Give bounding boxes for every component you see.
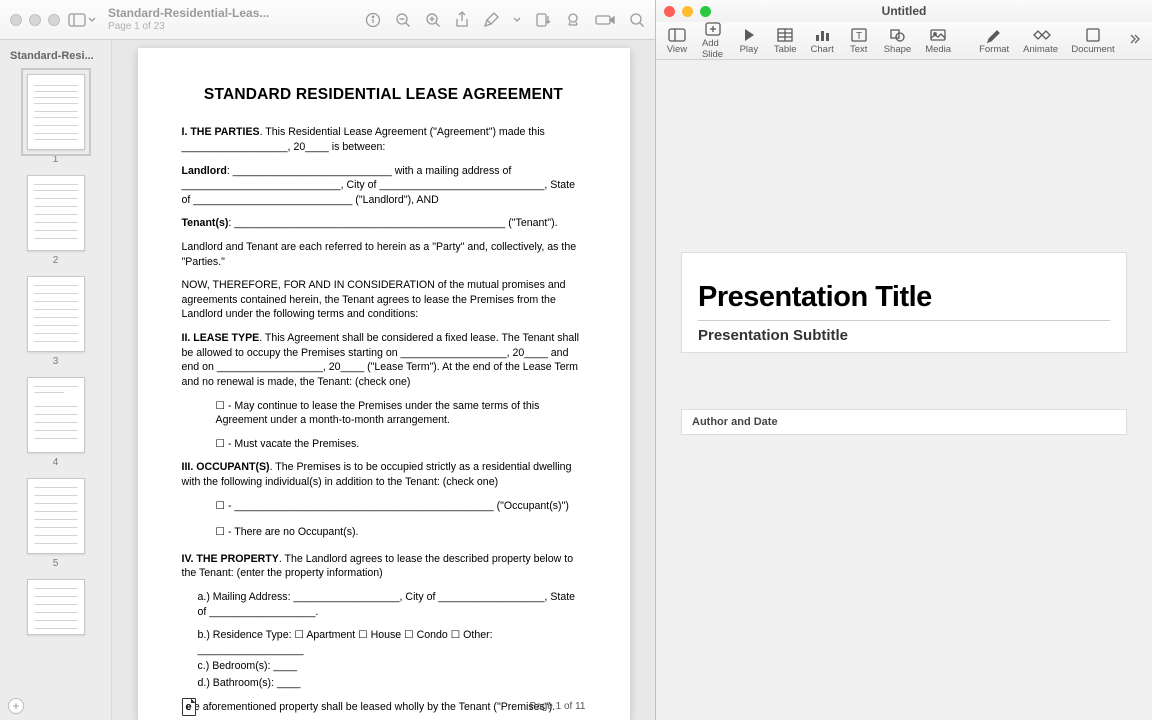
prop-a: a.) Mailing Address: __________________,…	[182, 590, 586, 619]
keynote-window: Untitled View Add Slide Play Table Chart	[656, 0, 1152, 720]
slide-canvas[interactable]: Presentation Title Presentation Subtitle…	[656, 60, 1152, 720]
text-icon: T	[850, 27, 868, 43]
window-title: Untitled	[656, 4, 1152, 18]
document-icon	[1084, 27, 1102, 43]
plus-icon	[704, 21, 722, 37]
keynote-titlebar: Untitled	[656, 0, 1152, 22]
thumb-label: 3	[0, 356, 111, 367]
author-placeholder[interactable]: Author and Date	[681, 409, 1127, 435]
preview-toolbar-icons	[365, 11, 645, 29]
add-slide-button[interactable]: Add Slide	[702, 21, 724, 60]
prop-b: b.) Residence Type: ☐ Apartment ☐ House …	[182, 628, 586, 657]
keynote-traffic-lights	[664, 6, 711, 17]
sidebar-header: Standard-Resi...	[0, 46, 111, 68]
table-button[interactable]: Table	[774, 27, 797, 55]
page-viewport[interactable]: STANDARD RESIDENTIAL LEASE AGREEMENT I. …	[112, 40, 655, 720]
thumb-label: 5	[0, 558, 111, 569]
thumbnail-1[interactable]	[27, 74, 85, 150]
prop-c: c.) Bedroom(s): ____	[182, 659, 586, 674]
chart-button[interactable]: Chart	[811, 27, 834, 55]
close-button[interactable]	[664, 6, 675, 17]
doc-title: Standard-Residential-Leas...	[108, 7, 269, 20]
section-property: IV. THE PROPERTY. The Landlord agrees to…	[182, 552, 586, 581]
pdf-page: STANDARD RESIDENTIAL LEASE AGREEMENT I. …	[138, 48, 630, 720]
title-placeholder[interactable]: Presentation Title Presentation Subtitle	[681, 252, 1127, 353]
svg-text:T: T	[856, 31, 862, 42]
preview-titlebar: Standard-Residential-Leas... Page 1 of 2…	[0, 0, 655, 40]
thumb-label: 4	[0, 457, 111, 468]
table-icon	[776, 27, 794, 43]
share-icon[interactable]	[455, 11, 469, 29]
play-icon	[742, 27, 756, 43]
consideration: NOW, THEREFORE, FOR AND IN CONSIDERATION…	[182, 278, 586, 322]
section-lease-type: II. LEASE TYPE. This Agreement shall be …	[182, 331, 586, 389]
section-occupants: III. OCCUPANT(S). The Premises is to be …	[182, 460, 586, 489]
preview-traffic-lights	[10, 14, 60, 26]
form-fill-icon[interactable]	[595, 13, 615, 27]
media-icon	[929, 27, 947, 43]
page-footer: Page 1 of 11	[530, 700, 586, 714]
thumbnail-5[interactable]	[27, 478, 85, 554]
lease-opt-2: ☐ - Must vacate the Premises.	[182, 437, 586, 452]
minimize-dot[interactable]	[29, 14, 41, 26]
format-button[interactable]: Format	[979, 27, 1009, 55]
chevron-right-icon	[1128, 33, 1140, 45]
doc-heading: STANDARD RESIDENTIAL LEASE AGREEMENT	[182, 84, 586, 105]
add-page-button[interactable]: +	[8, 698, 24, 714]
brush-icon	[985, 27, 1003, 43]
thumbnail-sidebar[interactable]: Standard-Resi... 1 2 3 4 5 +	[0, 40, 112, 720]
chevron-down-icon[interactable]	[513, 17, 521, 23]
provider-logo: e	[182, 698, 196, 716]
animate-icon	[1031, 27, 1051, 43]
prop-d: d.) Bathroom(s): ____	[182, 676, 586, 691]
thumbnail-2[interactable]	[27, 175, 85, 251]
slide-title[interactable]: Presentation Title	[698, 281, 1110, 314]
slide-author[interactable]: Author and Date	[692, 416, 778, 428]
minimize-button[interactable]	[682, 6, 693, 17]
keynote-toolbar: View Add Slide Play Table Chart T Text	[656, 22, 1152, 60]
zoom-button[interactable]	[700, 6, 711, 17]
close-dot[interactable]	[10, 14, 22, 26]
lease-opt-1: ☐ - May continue to lease the Premises u…	[182, 399, 586, 428]
animate-button[interactable]: Animate	[1023, 27, 1058, 55]
page-indicator: Page 1 of 23	[108, 21, 269, 32]
landlord-line: Landlord: ___________________________ wi…	[182, 164, 586, 208]
chevron-down-icon	[88, 17, 96, 23]
parties-def: Landlord and Tenant are each referred to…	[182, 240, 586, 269]
zoom-in-icon[interactable]	[425, 12, 441, 28]
premises-def: The aforementioned property shall be lea…	[182, 700, 586, 715]
markup-icon[interactable]	[483, 12, 499, 28]
thumbnail-6[interactable]	[27, 579, 85, 635]
occ-opt-2: ☐ - There are no Occupant(s).	[182, 525, 586, 540]
zoom-out-icon[interactable]	[395, 12, 411, 28]
preview-window: Standard-Residential-Leas... Page 1 of 2…	[0, 0, 656, 720]
rotate-icon[interactable]	[535, 12, 551, 28]
search-icon[interactable]	[629, 12, 645, 28]
slide-subtitle[interactable]: Presentation Subtitle	[698, 320, 1110, 344]
text-button[interactable]: T Text	[848, 27, 870, 55]
view-icon	[667, 27, 687, 43]
shape-button[interactable]: Shape	[884, 27, 911, 55]
thumb-label: 1	[0, 154, 111, 165]
highlight-icon[interactable]	[565, 12, 581, 28]
slide[interactable]: Presentation Title Presentation Subtitle…	[681, 252, 1127, 504]
section-parties: I. THE PARTIES. This Residential Lease A…	[182, 125, 586, 154]
document-button[interactable]: Document	[1072, 27, 1114, 55]
view-button[interactable]: View	[666, 27, 688, 55]
media-button[interactable]: Media	[925, 27, 951, 55]
play-button[interactable]: Play	[738, 27, 760, 55]
thumb-label: 2	[0, 255, 111, 266]
occ-opt-1: ☐ - ____________________________________…	[182, 499, 586, 514]
zoom-dot[interactable]	[48, 14, 60, 26]
tenant-line: Tenant(s): _____________________________…	[182, 216, 586, 231]
chart-icon	[813, 27, 831, 43]
toolbar-overflow[interactable]	[1128, 32, 1142, 50]
sidebar-toggle-button[interactable]	[68, 13, 96, 27]
shape-icon	[888, 27, 906, 43]
info-icon[interactable]	[365, 12, 381, 28]
thumbnail-3[interactable]	[27, 276, 85, 352]
preview-title: Standard-Residential-Leas... Page 1 of 2…	[108, 7, 269, 31]
thumbnail-4[interactable]	[27, 377, 85, 453]
